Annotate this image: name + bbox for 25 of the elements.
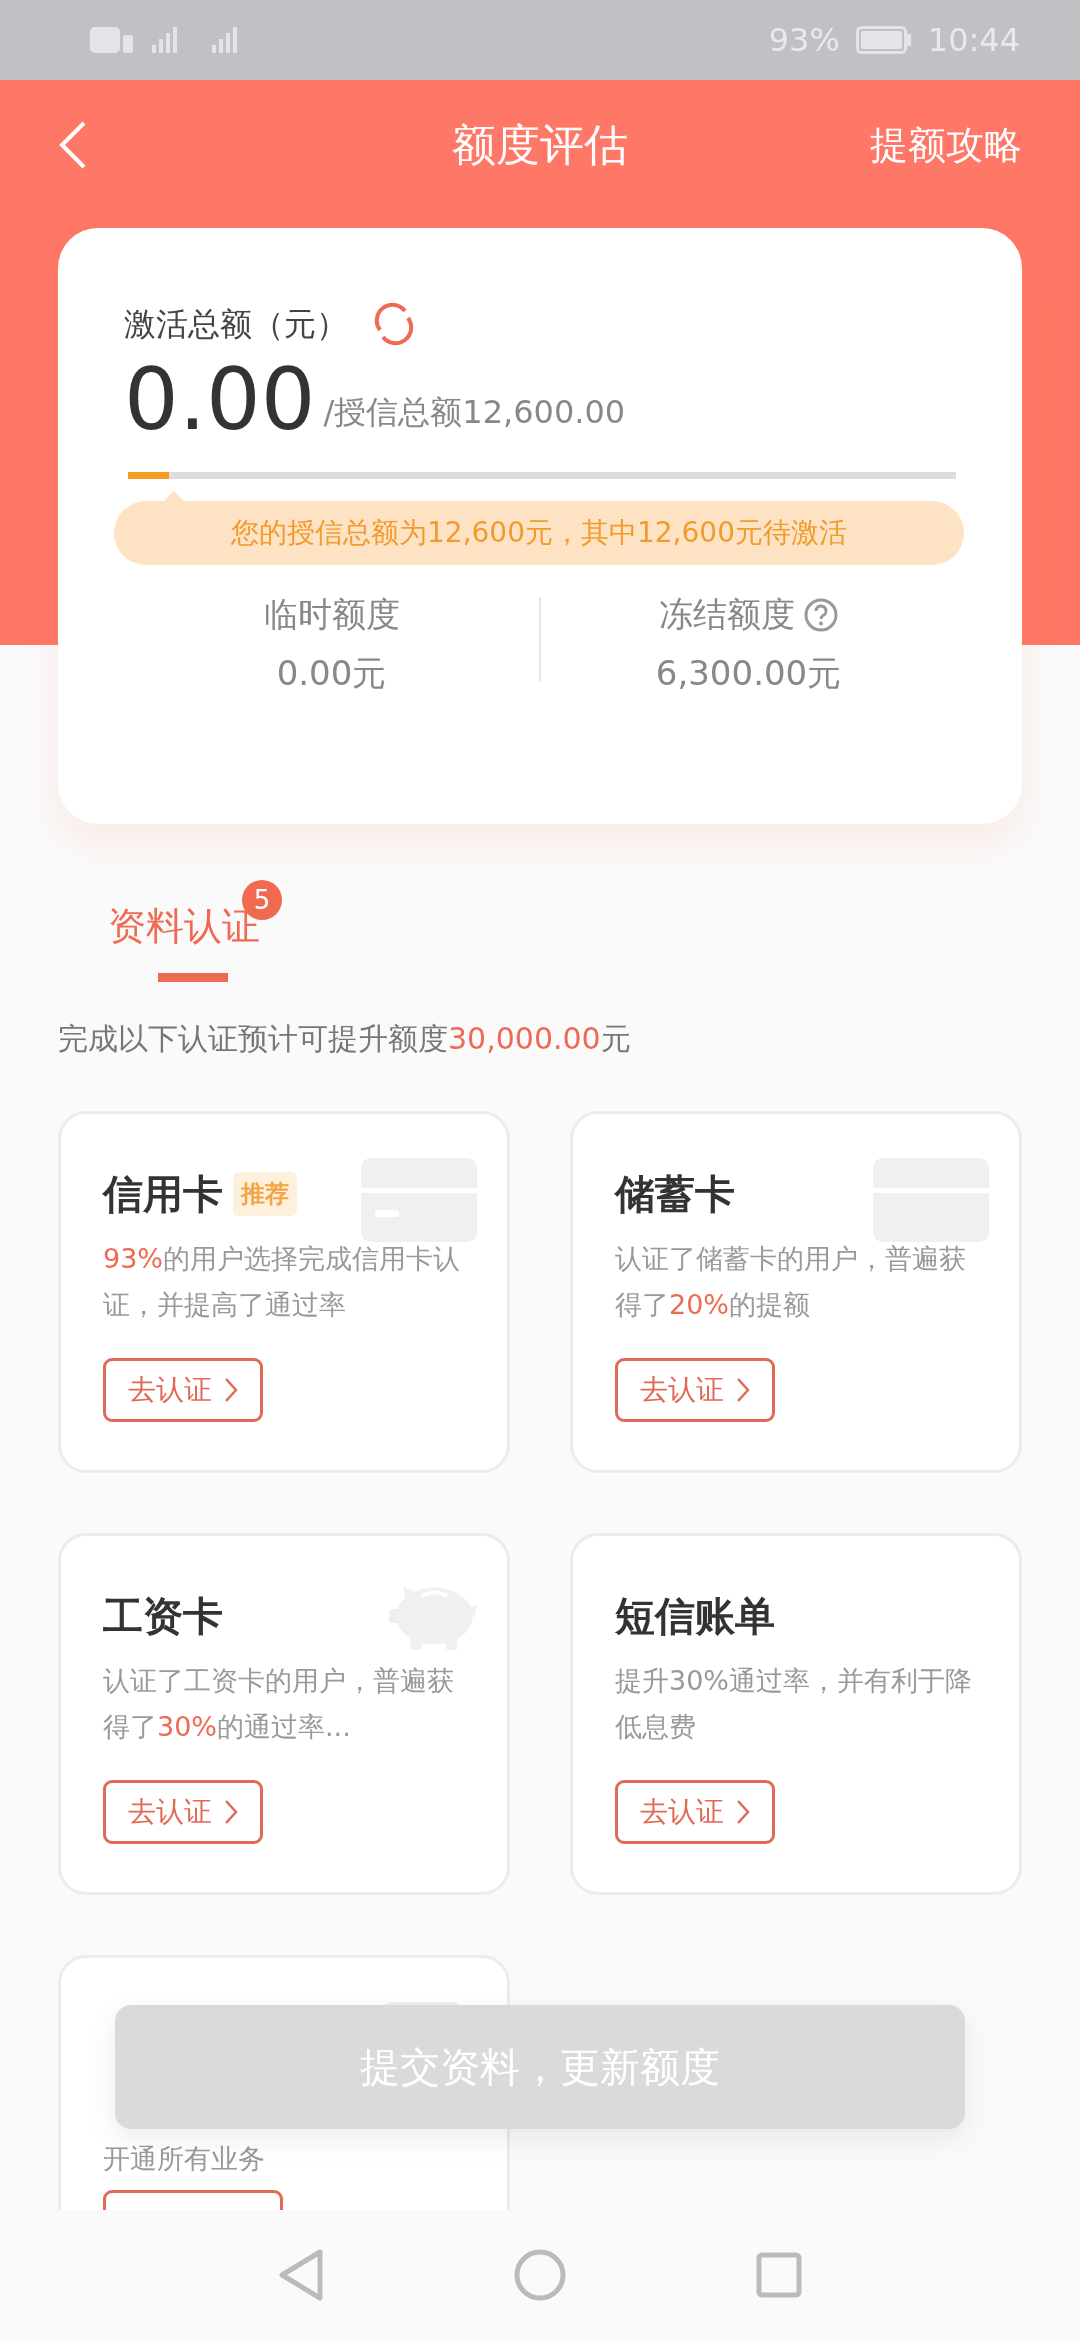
stat-value: 6,300.00元: [654, 652, 843, 695]
recommend-tag: 推荐: [233, 1172, 297, 1216]
estimate-text: 完成以下认证预计可提升额度30,000.00元: [58, 1020, 632, 1058]
guide-link[interactable]: 提额攻略: [870, 116, 1022, 174]
page-title: 额度评估: [452, 118, 628, 172]
card-description: 认证了工资卡的用户，普遍获得了30%的通过率...: [103, 1664, 455, 1744]
total-label: 激活总额（元）: [124, 304, 348, 345]
credit-total: /授信总额12,600.00: [323, 392, 626, 433]
stat-value: 0.00元: [275, 652, 388, 695]
verify-button[interactable]: 去认证: [615, 1780, 775, 1844]
stat-label: 冻结额度: [658, 593, 795, 636]
card-title: 储蓄卡: [615, 1170, 735, 1219]
amount: 0.00: [124, 356, 316, 442]
card-title: 工资卡: [103, 1592, 223, 1641]
stat-label: 临时额度: [263, 593, 400, 636]
card-description: 开通所有业务: [103, 2142, 266, 2176]
verify-button[interactable]: 去认证: [103, 1358, 263, 1422]
verify-button[interactable]: 去认证: [615, 1358, 775, 1422]
card-description: 认证了储蓄卡的用户，普遍获得了20%的提额: [615, 1242, 967, 1322]
card-title: 信用卡: [103, 1170, 223, 1219]
tip-text: 您的授信总额为12,600元，其中12,600元待激活: [231, 515, 847, 551]
card-title: 短信账单: [615, 1592, 775, 1641]
card-description: 93%的用户选择完成信用卡认证，并提高了通过率: [103, 1242, 461, 1322]
card-description: 提升30%通过率，并有利于降低息费: [615, 1664, 973, 1744]
verify-button[interactable]: 去认证: [103, 1780, 263, 1844]
